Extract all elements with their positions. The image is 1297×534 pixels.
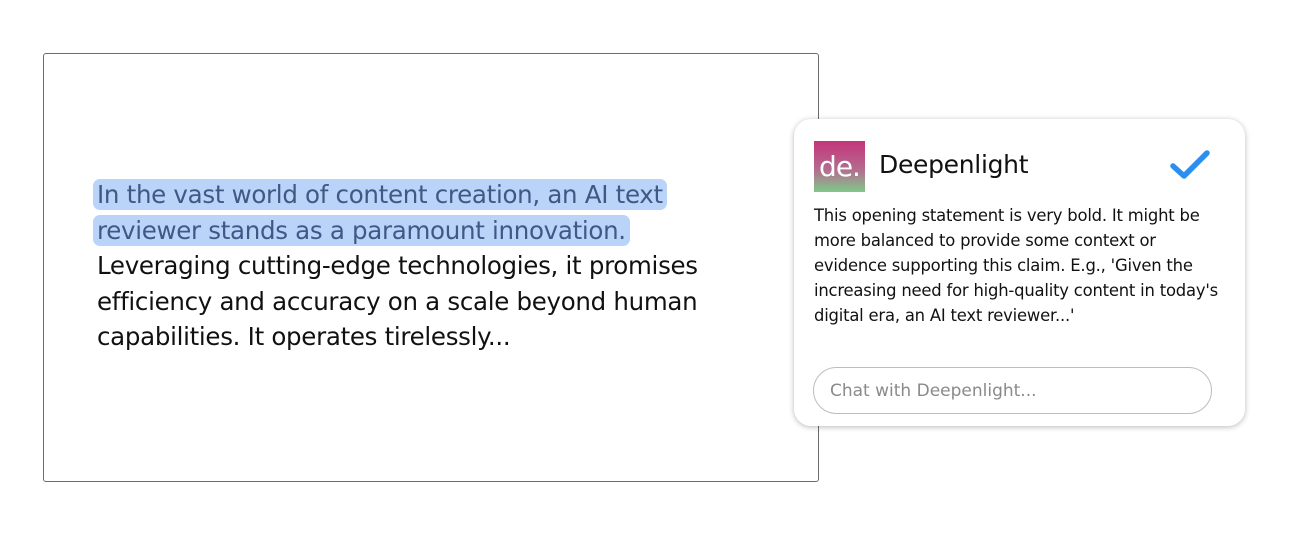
deepenlight-logo: de. [814, 141, 865, 192]
deepenlight-comment-card: de. Deepenlight This opening statement i… [794, 119, 1245, 426]
highlighted-selection[interactable]: In the vast world of content creation, a… [93, 179, 667, 246]
editor-body-text: Leveraging cutting-edge technologies, it… [97, 251, 698, 351]
review-comment: This opening statement is very bold. It … [814, 206, 1218, 325]
stage: In the vast world of content creation, a… [0, 0, 1297, 534]
chat-input[interactable] [813, 367, 1212, 414]
highlighted-line-1: In the vast world of content creation, a… [97, 180, 663, 209]
card-title: Deepenlight [879, 150, 1029, 179]
editor-paragraph[interactable]: In the vast world of content creation, a… [93, 177, 797, 355]
highlighted-line-2: reviewer stands as a paramount innovatio… [97, 215, 626, 245]
text-editor[interactable]: In the vast world of content creation, a… [43, 53, 819, 482]
checkmark-icon[interactable] [1170, 149, 1210, 181]
